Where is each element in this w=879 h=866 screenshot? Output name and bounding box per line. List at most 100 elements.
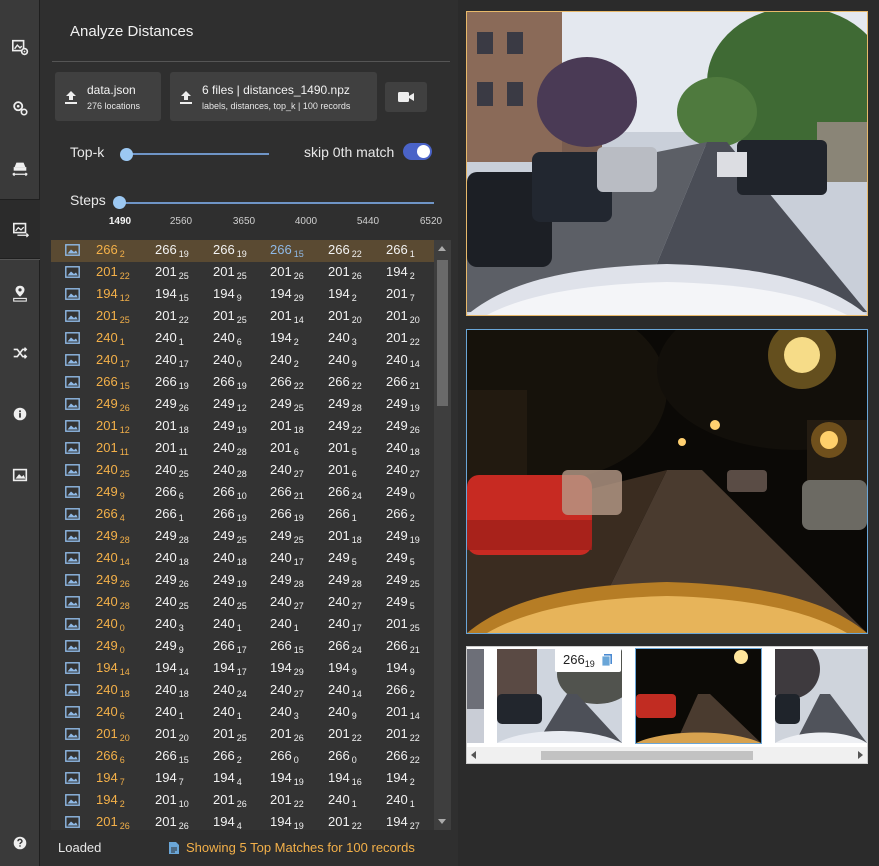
match-label-cell[interactable]: 201 22 <box>270 792 304 809</box>
match-label-cell[interactable]: 266 0 <box>270 748 299 765</box>
match-label-cell[interactable]: 240 0 <box>213 352 242 369</box>
match-label-cell[interactable]: 249 25 <box>270 528 304 545</box>
match-label-cell[interactable]: 249 12 <box>213 396 247 413</box>
filmstrip-scroll-thumb[interactable] <box>541 751 753 760</box>
query-label-cell[interactable]: 194 12 <box>96 286 130 303</box>
filmstrip-thumb[interactable] <box>467 649 484 743</box>
match-label-cell[interactable]: 201 14 <box>386 704 420 721</box>
match-label-cell[interactable]: 194 4 <box>213 770 242 787</box>
match-label-cell[interactable]: 240 6 <box>213 330 242 347</box>
table-row[interactable]: 240 18 240 18 240 24 240 27 240 14 266 2 <box>51 680 434 702</box>
row-image-icon[interactable] <box>65 486 80 498</box>
match-label-cell[interactable]: 201 25 <box>155 264 189 281</box>
query-label-cell[interactable]: 201 11 <box>96 440 129 457</box>
match-label-cell[interactable]: 201 25 <box>213 308 247 325</box>
table-row[interactable]: 240 6 240 1 240 1 240 3 240 9 201 14 <box>51 702 434 724</box>
match-label-cell[interactable]: 240 27 <box>328 594 362 611</box>
query-label-cell[interactable]: 194 2 <box>96 792 125 809</box>
match-label-cell[interactable]: 201 18 <box>155 418 189 435</box>
filmstrip-thumb-selected[interactable] <box>635 648 762 744</box>
match-label-cell[interactable]: 266 22 <box>328 374 362 391</box>
match-label-cell[interactable]: 194 27 <box>386 814 420 830</box>
match-label-cell[interactable]: 240 14 <box>386 352 420 369</box>
match-label-cell[interactable]: 266 2 <box>386 682 415 699</box>
row-image-icon[interactable] <box>65 552 80 564</box>
match-label-cell[interactable]: 194 16 <box>328 770 362 787</box>
match-label-cell[interactable]: 249 9 <box>155 638 184 655</box>
shuffle-button[interactable] <box>0 334 40 372</box>
match-label-cell[interactable]: 201 14 <box>270 308 304 325</box>
match-label-cell[interactable]: 266 15 <box>270 638 304 655</box>
row-image-icon[interactable] <box>65 728 80 740</box>
match-label-cell[interactable]: 266 24 <box>328 484 362 501</box>
analyze-distances-button[interactable] <box>0 199 41 259</box>
match-label-cell[interactable]: 240 1 <box>213 616 242 633</box>
row-image-icon[interactable] <box>65 640 80 652</box>
table-row[interactable]: 240 17 240 17 240 0 240 2 240 9 240 14 <box>51 350 434 372</box>
match-label-cell[interactable]: 249 28 <box>270 572 304 589</box>
row-image-icon[interactable] <box>65 442 80 454</box>
match-label-cell[interactable]: 249 26 <box>386 418 420 435</box>
table-row[interactable]: 240 0 240 3 240 1 240 1 240 17 201 25 <box>51 614 434 636</box>
row-image-icon[interactable] <box>65 772 80 784</box>
match-label-cell[interactable]: 194 2 <box>386 770 415 787</box>
match-label-cell[interactable]: 201 22 <box>328 814 362 830</box>
row-image-icon[interactable] <box>65 266 80 278</box>
match-label-cell[interactable]: 201 22 <box>386 726 420 743</box>
match-label-cell[interactable]: 266 21 <box>386 374 420 391</box>
match-label-cell[interactable]: 201 20 <box>328 308 362 325</box>
match-label-cell[interactable]: 266 22 <box>386 748 420 765</box>
location-measure-button[interactable] <box>0 274 40 312</box>
match-label-cell[interactable]: 201 5 <box>328 440 357 457</box>
query-label-cell[interactable]: 194 14 <box>96 660 130 677</box>
row-image-icon[interactable] <box>65 354 80 366</box>
query-label-cell[interactable]: 240 0 <box>96 616 125 633</box>
match-label-cell[interactable]: 201 25 <box>386 616 420 633</box>
match-label-cell[interactable]: 266 19 <box>155 242 189 259</box>
match-label-cell[interactable]: 249 5 <box>386 594 415 611</box>
table-row[interactable]: 201 20 201 20 201 25 201 26 201 22 201 22 <box>51 724 434 746</box>
match-label-cell[interactable]: 194 9 <box>328 660 357 677</box>
match-label-cell[interactable]: 249 25 <box>270 396 304 413</box>
row-image-icon[interactable] <box>65 332 80 344</box>
match-label-cell[interactable]: 240 9 <box>328 352 357 369</box>
match-label-cell[interactable]: 266 6 <box>155 484 184 501</box>
filmstrip-scrollbar[interactable] <box>467 747 867 763</box>
match-label-cell[interactable]: 249 22 <box>328 418 362 435</box>
list-scrollbar[interactable] <box>434 240 451 830</box>
match-label-cell[interactable]: 266 19 <box>213 374 247 391</box>
copy-icon[interactable] <box>601 653 613 667</box>
skip-0th-toggle[interactable] <box>403 143 432 160</box>
match-label-cell[interactable]: 194 4 <box>213 814 242 830</box>
match-label-cell[interactable]: 266 10 <box>213 484 247 501</box>
query-label-cell[interactable]: 266 15 <box>96 374 130 391</box>
match-label-cell[interactable]: 249 25 <box>386 572 420 589</box>
table-row[interactable]: 266 15 266 19 266 19 266 22 266 22 266 21 <box>51 372 434 394</box>
match-label-cell[interactable]: 266 15 <box>155 748 189 765</box>
image-button[interactable] <box>0 456 40 494</box>
topk-slider-track[interactable] <box>126 153 269 155</box>
query-label-cell[interactable]: 201 20 <box>96 726 130 743</box>
steps-slider-track[interactable] <box>119 202 434 204</box>
query-label-cell[interactable]: 194 7 <box>96 770 125 787</box>
match-label-cell[interactable]: 194 19 <box>270 814 304 830</box>
table-row[interactable]: 249 0 249 9 266 17 266 15 266 24 266 21 <box>51 636 434 658</box>
match-label-cell[interactable]: 266 22 <box>270 374 304 391</box>
match-label-cell[interactable]: 266 1 <box>328 506 357 523</box>
match-label-cell[interactable]: 249 25 <box>213 528 247 545</box>
match-label-cell[interactable]: 194 2 <box>386 264 415 281</box>
match-label-cell[interactable]: 201 7 <box>386 286 415 303</box>
row-image-icon[interactable] <box>65 596 80 608</box>
row-image-icon[interactable] <box>65 420 80 432</box>
upload-distances-button[interactable]: 6 files | distances_1490.npz labels, dis… <box>170 72 377 121</box>
video-button[interactable] <box>385 82 427 112</box>
match-label-cell[interactable]: 240 17 <box>328 616 362 633</box>
query-label-cell[interactable]: 240 28 <box>96 594 130 611</box>
row-image-icon[interactable] <box>65 530 80 542</box>
table-row[interactable]: 194 7 194 7 194 4 194 19 194 16 194 2 <box>51 768 434 790</box>
row-image-icon[interactable] <box>65 310 80 322</box>
info-button[interactable] <box>0 395 40 433</box>
row-image-icon[interactable] <box>65 244 80 256</box>
match-label-cell[interactable]: 240 18 <box>155 682 189 699</box>
match-label-cell[interactable]: 201 26 <box>213 792 247 809</box>
